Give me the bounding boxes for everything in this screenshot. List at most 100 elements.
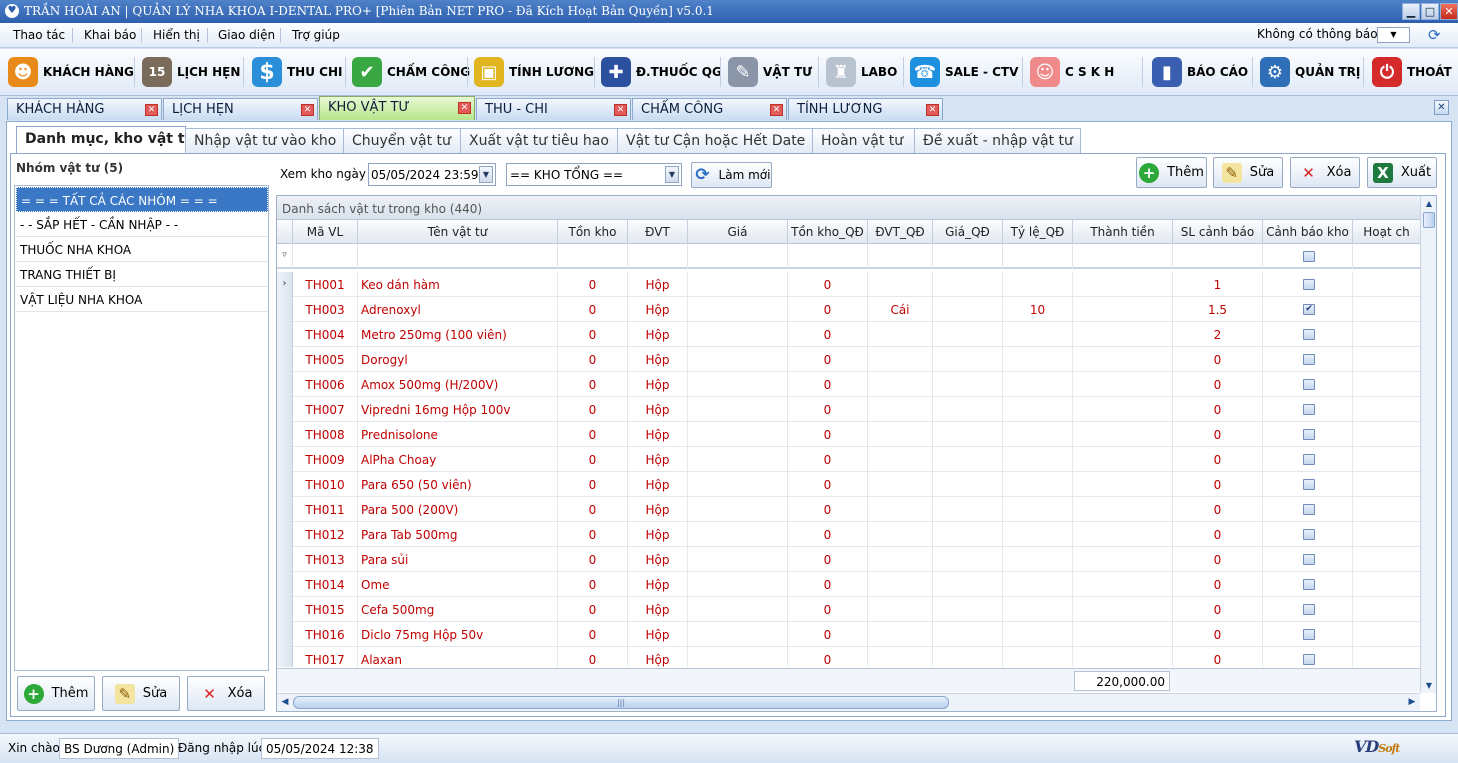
table-cell-active[interactable] bbox=[1353, 497, 1420, 522]
table-cell-warn-qty[interactable]: 0 bbox=[1173, 347, 1263, 372]
edit-item-button[interactable]: ✎ Sửa bbox=[1213, 157, 1283, 188]
table-cell-warn-qty[interactable]: 0 bbox=[1173, 597, 1263, 622]
row-header[interactable] bbox=[277, 347, 293, 372]
table-cell-code[interactable]: TH012 bbox=[293, 522, 358, 547]
maximize-button[interactable]: □ bbox=[1421, 3, 1439, 20]
warehouse-select[interactable]: == KHO TỔNG == ▼ bbox=[506, 163, 682, 186]
table-cell-stock[interactable]: 0 bbox=[558, 597, 628, 622]
table-cell-code[interactable]: TH017 bbox=[293, 647, 358, 667]
tab-lich-hen[interactable]: LỊCH HẸN ✕ bbox=[163, 98, 318, 120]
table-cell-total[interactable] bbox=[1073, 347, 1173, 372]
table-row[interactable]: TH016 Diclo 75mg Hộp 50v 0 Hộp 0 0 bbox=[277, 622, 1420, 647]
table-cell-stock-qd[interactable]: 0 bbox=[788, 472, 868, 497]
table-cell-total[interactable] bbox=[1073, 547, 1173, 572]
menu-hien-thi[interactable]: Hiển thị bbox=[153, 28, 200, 42]
table-cell-ratio-qd[interactable] bbox=[1003, 372, 1073, 397]
table-cell-warn-qty[interactable]: 0 bbox=[1173, 397, 1263, 422]
table-cell-active[interactable] bbox=[1353, 472, 1420, 497]
subtab-chuyen-vat-tu[interactable]: Chuyển vật tư bbox=[343, 128, 461, 153]
table-cell-total[interactable] bbox=[1073, 422, 1173, 447]
table-cell-active[interactable] bbox=[1353, 272, 1420, 297]
table-cell-unit-qd[interactable] bbox=[868, 447, 933, 472]
scroll-thumb[interactable]: ||| bbox=[293, 696, 949, 709]
row-header[interactable] bbox=[277, 572, 293, 597]
row-header[interactable] bbox=[277, 397, 293, 422]
warning-checkbox[interactable] bbox=[1303, 329, 1315, 340]
table-cell-stock[interactable]: 0 bbox=[558, 272, 628, 297]
table-cell-price[interactable] bbox=[688, 522, 788, 547]
close-tab-icon[interactable]: ✕ bbox=[458, 102, 471, 114]
table-cell-unit-qd[interactable] bbox=[868, 522, 933, 547]
table-cell-stock[interactable]: 0 bbox=[558, 622, 628, 647]
table-cell-stock[interactable]: 0 bbox=[558, 422, 628, 447]
table-cell-code[interactable]: TH016 bbox=[293, 622, 358, 647]
table-cell-unit[interactable]: Hộp bbox=[628, 347, 688, 372]
table-cell-unit-qd[interactable] bbox=[868, 272, 933, 297]
menu-khai-bao[interactable]: Khai báo bbox=[84, 28, 136, 42]
table-cell-code[interactable]: TH014 bbox=[293, 572, 358, 597]
table-cell-price[interactable] bbox=[688, 372, 788, 397]
table-cell-name[interactable]: Cefa 500mg bbox=[358, 597, 558, 622]
table-cell-total[interactable] bbox=[1073, 622, 1173, 647]
table-cell-name[interactable]: Vipredni 16mg Hộp 100v bbox=[358, 397, 558, 422]
table-cell-total[interactable] bbox=[1073, 647, 1173, 667]
table-cell-unit[interactable]: Hộp bbox=[628, 372, 688, 397]
toolbar-thuoc-qg[interactable]: ✚ Đ.THUỐC QG bbox=[601, 53, 722, 91]
table-cell-warn-qty[interactable]: 0 bbox=[1173, 622, 1263, 647]
table-cell-code[interactable]: TH005 bbox=[293, 347, 358, 372]
table-cell-code[interactable]: TH006 bbox=[293, 372, 358, 397]
table-cell-price[interactable] bbox=[688, 272, 788, 297]
table-row[interactable]: TH004 Metro 250mg (100 viên) 0 Hộp 0 2 bbox=[277, 322, 1420, 347]
table-cell-name[interactable]: Alaxan bbox=[358, 647, 558, 667]
table-cell-stock-qd[interactable]: 0 bbox=[788, 522, 868, 547]
table-cell-total[interactable] bbox=[1073, 447, 1173, 472]
table-cell-active[interactable] bbox=[1353, 622, 1420, 647]
table-cell-name[interactable]: Diclo 75mg Hộp 50v bbox=[358, 622, 558, 647]
table-cell-active[interactable] bbox=[1353, 597, 1420, 622]
table-cell-code[interactable]: TH004 bbox=[293, 322, 358, 347]
toolbar-labo[interactable]: ♜ LABO bbox=[826, 53, 897, 91]
group-edit-button[interactable]: ✎ Sửa bbox=[102, 676, 180, 711]
warning-checkbox[interactable] bbox=[1303, 479, 1315, 490]
table-cell-unit-qd[interactable] bbox=[868, 397, 933, 422]
table-cell-unit-qd[interactable] bbox=[868, 597, 933, 622]
table-cell-name[interactable]: AlPha Choay bbox=[358, 447, 558, 472]
table-cell-stock-qd[interactable]: 0 bbox=[788, 547, 868, 572]
table-cell-ratio-qd[interactable] bbox=[1003, 272, 1073, 297]
table-cell-price[interactable] bbox=[688, 397, 788, 422]
filter-icon[interactable]: ▿ bbox=[277, 244, 293, 269]
table-cell-price[interactable] bbox=[688, 572, 788, 597]
table-cell-price-qd[interactable] bbox=[933, 422, 1003, 447]
warning-checkbox[interactable] bbox=[1303, 604, 1315, 615]
table-cell-unit-qd[interactable] bbox=[868, 322, 933, 347]
table-cell-ratio-qd[interactable] bbox=[1003, 347, 1073, 372]
table-cell-warn-qty[interactable]: 2 bbox=[1173, 322, 1263, 347]
toolbar-vat-tu[interactable]: ✎ VẬT TƯ bbox=[728, 53, 812, 91]
table-cell-unit-qd[interactable] bbox=[868, 497, 933, 522]
table-cell-total[interactable] bbox=[1073, 497, 1173, 522]
table-cell-price-qd[interactable] bbox=[933, 472, 1003, 497]
table-cell-ratio-qd[interactable]: 10 bbox=[1003, 297, 1073, 322]
table-cell-name[interactable]: Amox 500mg (H/200V) bbox=[358, 372, 558, 397]
table-cell-unit[interactable]: Hộp bbox=[628, 397, 688, 422]
warning-checkbox[interactable] bbox=[1303, 404, 1315, 415]
table-cell-stock-qd[interactable]: 0 bbox=[788, 497, 868, 522]
table-cell-unit[interactable]: Hộp bbox=[628, 522, 688, 547]
table-cell-price-qd[interactable] bbox=[933, 547, 1003, 572]
table-cell-name[interactable]: Dorogyl bbox=[358, 347, 558, 372]
table-cell-warn-qty[interactable]: 1.5 bbox=[1173, 297, 1263, 322]
table-cell-code[interactable]: TH008 bbox=[293, 422, 358, 447]
filter-cell[interactable] bbox=[293, 244, 358, 269]
table-row[interactable]: TH017 Alaxan 0 Hộp 0 0 bbox=[277, 647, 1420, 667]
table-cell-stock[interactable]: 0 bbox=[558, 572, 628, 597]
column-header[interactable]: Hoạt ch bbox=[1353, 220, 1420, 244]
table-cell-price[interactable] bbox=[688, 497, 788, 522]
table-cell-price[interactable] bbox=[688, 622, 788, 647]
warning-checkbox[interactable] bbox=[1303, 279, 1315, 290]
refresh-button[interactable]: ⟳ Làm mới bbox=[691, 162, 772, 188]
table-cell-ratio-qd[interactable] bbox=[1003, 622, 1073, 647]
tab-kho-vat-tu[interactable]: KHO VẬT TƯ ✕ bbox=[319, 96, 475, 120]
table-cell-warn-qty[interactable]: 0 bbox=[1173, 372, 1263, 397]
date-picker[interactable]: 05/05/2024 23:59 ▼ bbox=[368, 163, 496, 186]
table-cell-code[interactable]: TH013 bbox=[293, 547, 358, 572]
